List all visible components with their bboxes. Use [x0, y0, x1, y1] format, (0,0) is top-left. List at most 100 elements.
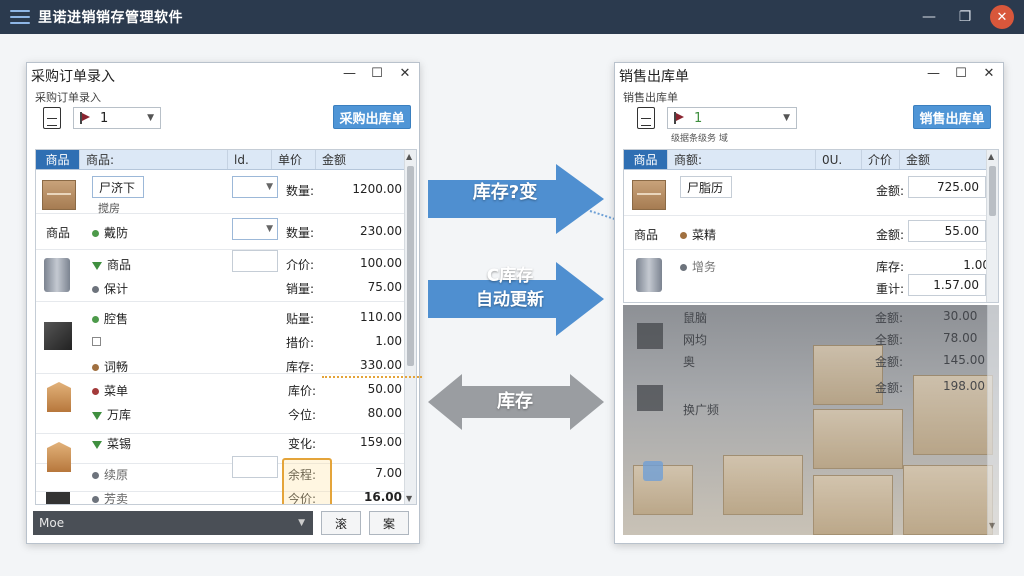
- column-header[interactable]: ld.: [228, 150, 272, 169]
- column-header[interactable]: 0U.: [816, 150, 862, 169]
- app-title: 里诺进销销存管理软件: [38, 10, 183, 26]
- column-header[interactable]: 金额: [900, 150, 988, 169]
- product-name-input[interactable]: 尸脂历: [680, 176, 732, 198]
- purchase-order-window: 采购订单录入 — ☐ ✕ 采购订单录入 1 ▼ 采购出库单 商品 商品: ld.…: [26, 62, 420, 544]
- product-item: 菜精: [680, 226, 716, 243]
- column-header[interactable]: 商品:: [80, 150, 228, 169]
- field-value: 230.00: [360, 224, 402, 238]
- maximize-icon[interactable]: ☐: [955, 66, 967, 81]
- column-header[interactable]: 商品: [36, 150, 80, 169]
- window-title: 采购订单录入: [31, 69, 115, 85]
- close-icon[interactable]: ✕: [990, 5, 1014, 29]
- footer-button-1[interactable]: 滚: [321, 511, 361, 535]
- product-image: [42, 180, 76, 210]
- purchase-outbound-button[interactable]: 采购出库单: [333, 105, 411, 129]
- field-value: 50.00: [367, 382, 402, 396]
- scroll-up-icon[interactable]: ▲: [988, 152, 994, 161]
- scrollbar-thumb[interactable]: [989, 166, 996, 216]
- scroll-down-icon[interactable]: ▼: [989, 521, 995, 530]
- field-label: 库存:: [286, 360, 315, 374]
- document-icon[interactable]: [43, 107, 61, 129]
- triangle-icon: [92, 261, 102, 270]
- field-value[interactable]: 1.57.00: [908, 274, 986, 296]
- checkbox-icon[interactable]: [92, 337, 101, 346]
- toolbar: 1 ▼: [637, 103, 797, 133]
- dimmed-value: 78.00: [943, 331, 978, 345]
- scrollbar-thumb[interactable]: [407, 166, 414, 366]
- arrow-label-middle-2: 自动更新: [476, 290, 544, 310]
- product-category: 商品: [46, 226, 71, 240]
- table-header: 商品 商额: 0U. 介价 金额: [624, 150, 998, 170]
- product-image: [44, 258, 70, 292]
- chevron-down-icon: ▼: [298, 518, 305, 528]
- crate-shape: [633, 465, 693, 515]
- field-value: 100.00: [360, 256, 402, 270]
- close-icon[interactable]: ✕: [983, 66, 995, 81]
- dimmed-item: 鼠脑: [683, 311, 708, 325]
- product-image: [44, 322, 72, 350]
- change-highlight-box: [282, 458, 332, 504]
- product-category: 商品: [634, 228, 659, 242]
- product-item: 保计: [92, 280, 128, 297]
- crate-shape: [903, 465, 993, 535]
- minimize-icon[interactable]: —: [343, 66, 356, 81]
- blank-input[interactable]: [232, 456, 278, 478]
- column-header[interactable]: 金额: [316, 150, 404, 169]
- restore-icon[interactable]: ❐: [954, 6, 976, 28]
- combo-value: 1: [100, 110, 109, 126]
- status-dot-icon: [92, 496, 99, 503]
- field-label: 库存:: [876, 260, 905, 274]
- flag-icon: [80, 112, 90, 124]
- column-header[interactable]: 商额:: [668, 150, 816, 169]
- product-item: 续原: [92, 466, 128, 483]
- footer-button-2[interactable]: 案: [369, 511, 409, 535]
- number-combo[interactable]: 1 ▼: [73, 107, 161, 129]
- vertical-scrollbar[interactable]: ▲: [986, 150, 998, 302]
- field-label: 介价:: [286, 258, 315, 272]
- unit-dropdown[interactable]: ▼: [232, 218, 278, 240]
- column-header[interactable]: 介价: [862, 150, 900, 169]
- product-item: [92, 334, 106, 348]
- field-value: 330.00: [360, 358, 402, 372]
- sales-outbound-button[interactable]: 销售出库单: [913, 105, 991, 129]
- column-header[interactable]: 单价: [272, 150, 316, 169]
- table-header: 商品 商品: ld. 单价 金额: [36, 150, 416, 170]
- minimize-icon[interactable]: —: [927, 66, 940, 81]
- field-value[interactable]: 725.00: [908, 176, 986, 198]
- column-header[interactable]: 商品: [624, 150, 668, 169]
- vertical-scrollbar[interactable]: ▼: [987, 305, 999, 535]
- product-name-input[interactable]: 尸济下: [92, 176, 144, 198]
- unit-dropdown[interactable]: ▼: [232, 176, 278, 198]
- vertical-scrollbar[interactable]: ▲ ▼: [404, 150, 416, 504]
- dimmed-label: 金额:: [875, 355, 904, 369]
- status-dot-icon: [680, 264, 687, 271]
- flag-icon: [674, 112, 684, 124]
- window-titlebar: 采购订单录入 — ☐ ✕: [27, 63, 419, 89]
- status-dot-icon: [92, 472, 99, 479]
- footer-select[interactable]: Moe ▼: [33, 511, 313, 535]
- field-value[interactable]: 55.00: [908, 220, 986, 242]
- status-dot-icon: [92, 286, 99, 293]
- combo-value: 1: [694, 110, 703, 126]
- scroll-up-icon[interactable]: ▲: [406, 152, 412, 161]
- scroll-down-icon[interactable]: ▼: [406, 494, 412, 503]
- type-combo[interactable]: 1 ▼: [667, 107, 797, 129]
- document-icon[interactable]: [637, 107, 655, 129]
- sales-outbound-window: 销售出库单 — ☐ ✕ 销售出库单 1 ▼ 级据条级务 域 销售出库单 商品 商…: [614, 62, 1004, 544]
- field-label: 数量:: [286, 184, 315, 198]
- maximize-icon[interactable]: ☐: [371, 66, 383, 81]
- blank-input[interactable]: [232, 250, 278, 272]
- menu-icon[interactable]: [10, 10, 30, 24]
- status-dot-icon: [92, 388, 99, 395]
- minimize-icon[interactable]: —: [918, 6, 940, 28]
- field-value: 75.00: [367, 280, 402, 294]
- product-item: 芳卖: [92, 490, 128, 504]
- arrow-label-middle-1: C库存: [486, 266, 534, 286]
- field-value: 1.00: [375, 334, 402, 348]
- field-value: 1.00: [963, 258, 990, 272]
- product-item: 腔售: [92, 310, 128, 327]
- crate-shape: [813, 345, 883, 405]
- close-icon[interactable]: ✕: [399, 66, 411, 81]
- arrow-label-top: 库存?变: [472, 182, 538, 203]
- field-label: 库价:: [288, 384, 317, 398]
